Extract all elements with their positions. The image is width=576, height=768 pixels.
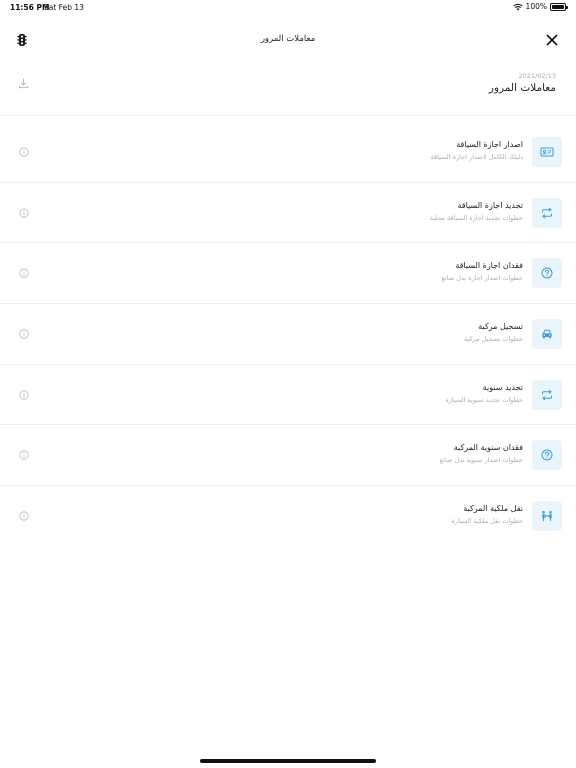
item-title: فقدان اجازة السياقة bbox=[455, 261, 523, 270]
header-date: 2021/02/13 bbox=[518, 72, 556, 80]
nav-title: معاملات المرور bbox=[260, 34, 316, 44]
page-title: معاملات المرور bbox=[488, 82, 556, 94]
item-subtitle: دليلك الكامل لاصدار اجازة السياقة bbox=[430, 153, 523, 161]
status-date: Sat Feb 13 bbox=[44, 3, 84, 12]
home-indicator[interactable] bbox=[200, 759, 376, 763]
item-title: تجديد اجازة السياقة bbox=[457, 201, 523, 210]
info-icon[interactable] bbox=[19, 390, 29, 400]
item-icon-tile bbox=[532, 198, 562, 228]
list-item-lost-license[interactable]: فقدان اجازة السياقة خطوات اصدار اجازة بد… bbox=[0, 243, 576, 303]
divider bbox=[0, 115, 576, 116]
people-transfer-icon bbox=[542, 511, 552, 521]
info-icon[interactable] bbox=[19, 268, 29, 278]
info-icon[interactable] bbox=[19, 511, 29, 521]
info-icon[interactable] bbox=[19, 329, 29, 339]
repeat-icon bbox=[542, 389, 552, 401]
item-subtitle: خطوات تجديد اجازة السياقة محلية bbox=[429, 214, 523, 222]
item-icon-tile bbox=[532, 319, 562, 349]
car-icon bbox=[542, 329, 552, 339]
item-icon-tile bbox=[532, 137, 562, 167]
repeat-icon bbox=[542, 207, 552, 219]
close-icon[interactable] bbox=[545, 33, 559, 47]
item-subtitle: خطوات اصدار اجازة بدل ضائع bbox=[441, 274, 523, 282]
item-title: تجديد سنوية bbox=[482, 383, 523, 392]
item-title: تسجيل مركبة bbox=[478, 322, 523, 331]
item-icon-tile bbox=[532, 380, 562, 410]
info-icon[interactable] bbox=[19, 450, 29, 460]
wifi-icon bbox=[512, 3, 523, 10]
list-item-register-vehicle[interactable]: تسجيل مركبة خطوات تسجيل مركبة bbox=[0, 304, 576, 364]
list-item-issue-license[interactable]: اصدار اجازة السياقة دليلك الكامل لاصدار … bbox=[0, 122, 576, 182]
question-icon bbox=[541, 449, 553, 461]
download-icon[interactable] bbox=[18, 78, 29, 89]
item-title: نقل ملكية المركبة bbox=[463, 504, 523, 513]
question-icon bbox=[541, 267, 553, 279]
list-item-lost-annual[interactable]: فقدان سنوية المركبة خطوات اصدار سنوية بد… bbox=[0, 425, 576, 485]
item-icon-tile bbox=[532, 440, 562, 470]
item-title: فقدان سنوية المركبة bbox=[453, 443, 523, 452]
list-item-transfer-ownership[interactable]: نقل ملكية المركبة خطوات نقل ملكية السيار… bbox=[0, 486, 576, 546]
status-indicators: 100% bbox=[512, 2, 568, 11]
battery-percentage: 100% bbox=[525, 2, 547, 11]
item-subtitle: خطوات نقل ملكية السيارة bbox=[451, 517, 523, 525]
item-subtitle: خطوات تسجيل مركبة bbox=[463, 335, 523, 343]
info-icon[interactable] bbox=[19, 208, 29, 218]
info-icon[interactable] bbox=[19, 147, 29, 157]
status-bar: 11:56 PM Sat Feb 13 100% bbox=[0, 0, 576, 14]
list-item-renew-license[interactable]: تجديد اجازة السياقة خطوات تجديد اجازة ال… bbox=[0, 183, 576, 243]
item-subtitle: خطوات تجديد سنوية السيارة bbox=[445, 396, 523, 404]
battery-icon bbox=[550, 2, 568, 11]
item-subtitle: خطوات اصدار سنوية بدل ضائع bbox=[439, 456, 523, 464]
id-card-icon bbox=[540, 147, 554, 157]
item-title: اصدار اجازة السياقة bbox=[456, 140, 523, 149]
battery-fill bbox=[552, 4, 564, 9]
list-item-renew-annual[interactable]: تجديد سنوية خطوات تجديد سنوية السيارة bbox=[0, 365, 576, 425]
item-icon-tile bbox=[532, 258, 562, 288]
item-icon-tile bbox=[532, 501, 562, 531]
